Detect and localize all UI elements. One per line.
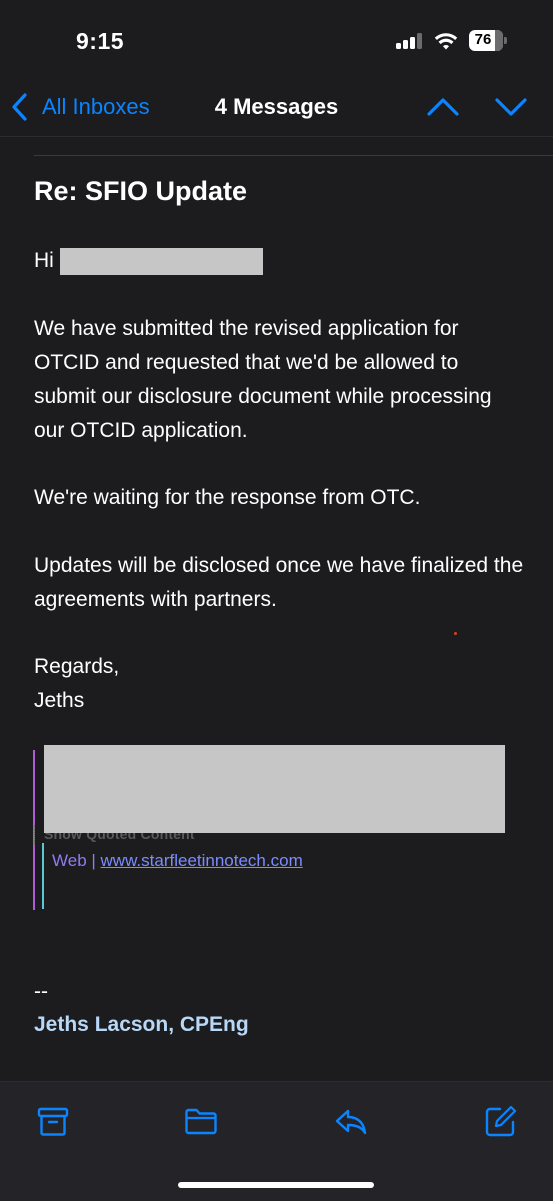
- paragraph-2: We're waiting for the response from OTC.: [34, 486, 421, 509]
- quote-dotted-line: [34, 825, 36, 845]
- email-subject: Re: SFIO Update: [34, 176, 248, 206]
- web-line: Web | www.starfleetinnotech.com: [52, 851, 303, 871]
- battery-level: 76: [474, 31, 492, 48]
- paragraph-1: We have submitted the revised applicatio…: [34, 317, 492, 442]
- web-label: Web |: [52, 851, 96, 870]
- paragraph-3: Updates will be disclosed once we have f…: [34, 554, 524, 611]
- greeting-line: Hi: [34, 244, 263, 278]
- website-link[interactable]: www.starfleetinnotech.com: [101, 851, 303, 870]
- redacted-recipient-name: [59, 247, 263, 275]
- chevron-down-icon[interactable]: [494, 93, 528, 121]
- home-indicator[interactable]: [178, 1182, 374, 1188]
- header-divider: [34, 155, 553, 156]
- folder-icon[interactable]: [184, 1104, 218, 1138]
- battery-icon: 76: [469, 30, 507, 51]
- archive-icon[interactable]: [36, 1104, 70, 1138]
- status-time: 9:15: [76, 28, 125, 54]
- nav-bar: All Inboxes 4 Messages: [0, 80, 553, 137]
- signature-separator: --: [34, 980, 48, 1003]
- chevron-up-icon[interactable]: [426, 93, 460, 121]
- stray-mark: [454, 632, 457, 635]
- nav-title: 4 Messages: [0, 94, 553, 120]
- quote-bar-inner: [42, 843, 44, 909]
- closing-text: Regards,: [34, 655, 120, 678]
- reply-icon[interactable]: [334, 1104, 368, 1138]
- redacted-quoted-block: [44, 745, 505, 833]
- email-body: Re: SFIO Update Hi We have submitted the…: [34, 168, 524, 712]
- sender-short-name: Jeths: [34, 689, 85, 712]
- signature-full-name: Jeths Lacson, CPEng: [34, 1013, 249, 1036]
- message-count-label: 4 Messages: [214, 94, 339, 119]
- wifi-icon: [434, 33, 458, 50]
- cellular-signal-icon: [396, 33, 424, 49]
- greeting-text: Hi: [34, 249, 54, 272]
- status-bar: 9:15 76: [0, 0, 553, 80]
- compose-icon[interactable]: [484, 1104, 518, 1138]
